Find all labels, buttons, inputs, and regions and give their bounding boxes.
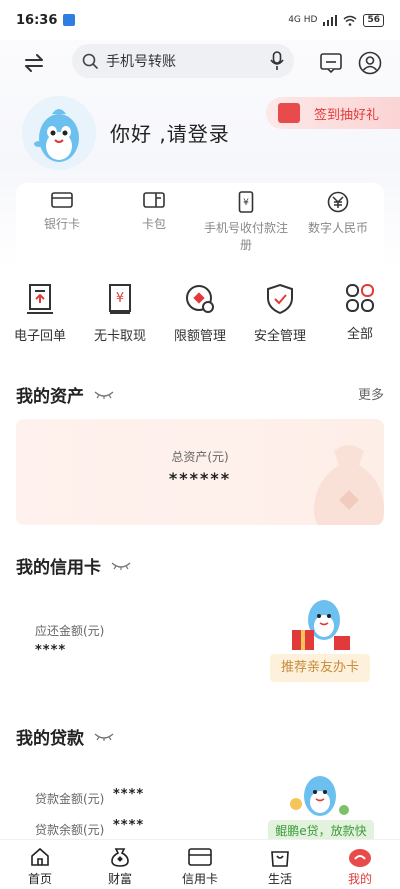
microphone-icon[interactable] [270,51,284,71]
tab-label: 财富 [107,872,132,886]
quick-action-label: 数字人民币 [307,221,368,235]
credit-card-icon [188,848,212,866]
service-e-receipt[interactable]: 电子回单 [0,283,80,344]
signal-icon [323,14,338,26]
service-label: 安全管理 [253,329,306,344]
service-label: 全部 [346,327,373,342]
hide-eye-icon[interactable] [94,732,114,742]
home-icon [31,847,49,866]
tab-credit-card[interactable]: 信用卡 [160,840,240,889]
card-icon [51,192,73,208]
quick-action-label: 卡包 [141,217,166,231]
message-icon[interactable] [319,52,343,74]
search-placeholder: 手机号转账 [106,54,176,70]
avatar[interactable] [22,96,96,170]
tab-label: 生活 [267,872,292,886]
service-all[interactable]: 全部 [320,283,400,342]
calendar-icon [278,103,300,123]
service-label: 限额管理 [173,329,226,344]
search-input[interactable]: 手机号转账 [72,44,294,78]
status-indicators: 4G HD 56 [288,13,384,27]
digital-rmb-icon [327,191,349,213]
tab-label: 首页 [27,872,52,886]
service-label: 无卡取现 [93,329,146,344]
refer-friend-card-button[interactable]: 推荐亲友办卡 [270,654,370,682]
credit-title: 我的信用卡 [16,558,101,578]
grid-icon [346,284,374,312]
bag-icon [271,851,289,867]
status-time: 16:36 [16,12,58,28]
dolphin-coin-mascot-icon [290,776,349,816]
credit-due-label: 应还金额(元) [35,624,105,638]
user-icon[interactable] [358,51,382,75]
service-limit-management[interactable]: 限额管理 [160,283,240,344]
tab-label: 信用卡 [181,872,218,886]
checkin-label: 签到抽好礼 [314,107,380,123]
phone-pay-icon: ¥ [238,191,254,213]
checkin-button[interactable]: 签到抽好礼 [266,97,400,129]
tab-mine[interactable]: 我的 [320,840,400,889]
money-bag-icon [314,445,384,525]
wallet-icon [143,192,165,208]
quick-action-label: 银行卡 [43,217,80,231]
assets-title: 我的资产 [16,387,84,407]
tab-life[interactable]: 生活 [240,840,320,889]
login-prompt[interactable]: 你好 ,请登录 [110,118,230,147]
search-icon [82,53,98,69]
switch-icon[interactable] [22,52,46,74]
service-grid: 电子回单 ¥ 无卡取现 限额管理 安全管理 全部 [0,283,400,353]
service-cardless-cash[interactable]: ¥ 无卡取现 [80,283,160,344]
service-label: 电子回单 [13,329,66,344]
notification-icon [63,14,76,26]
top-bar: 手机号转账 [0,44,400,80]
hide-eye-icon[interactable] [94,390,114,400]
quick-action-phone-pay[interactable]: ¥ 手机号收付款注册 [200,191,292,253]
quick-action-wallet[interactable]: 卡包 [108,191,200,232]
tab-wealth[interactable]: 财富 [80,840,160,889]
limit-icon [186,285,214,313]
service-security[interactable]: 安全管理 [240,283,320,344]
svg-text:¥: ¥ [116,291,124,306]
loan-amount-value: **** [113,787,145,802]
credit-due-value: **** [35,643,67,658]
cash-icon: ¥ [109,284,131,314]
shield-icon [267,283,293,315]
dolphin-mascot-icon [34,109,79,162]
loan-section-title: 我的贷款 [16,724,114,749]
receipt-icon [27,284,53,314]
quick-actions-card: 银行卡 卡包 ¥ 手机号收付款注册 数字人民币 [16,183,384,269]
status-bar: 16:36 4G HD 56 [0,0,400,40]
battery-indicator: 56 [363,13,384,27]
loan-amount-label: 贷款金额(元) [35,792,105,806]
signal-text: 4G HD [288,15,318,25]
wifi-icon [343,15,357,26]
bottom-tab-bar: 首页 财富 信用卡 生活 我的 [0,839,400,889]
hide-eye-icon[interactable] [111,561,131,571]
wealth-icon [111,848,129,867]
assets-more-link[interactable]: 更多 [358,384,384,403]
quick-action-digital-rmb[interactable]: 数字人民币 [292,191,384,236]
assets-section-title: 我的资产 [16,382,114,407]
mine-icon [349,849,371,867]
quick-action-label: 手机号收付款注册 [203,221,288,252]
svg-text:¥: ¥ [243,198,249,208]
loan-balance-label: 贷款余额(元) [35,823,105,837]
credit-section-title: 我的信用卡 [16,553,131,578]
dolphin-gift-mascot-icon [292,600,350,650]
loan-balance-value: **** [113,818,145,833]
loan-title: 我的贷款 [16,729,84,749]
total-assets-card[interactable]: 总资产(元) ****** [16,419,384,525]
quick-action-bank-card[interactable]: 银行卡 [16,191,108,232]
tab-home[interactable]: 首页 [0,840,80,889]
tab-label: 我的 [347,872,372,886]
